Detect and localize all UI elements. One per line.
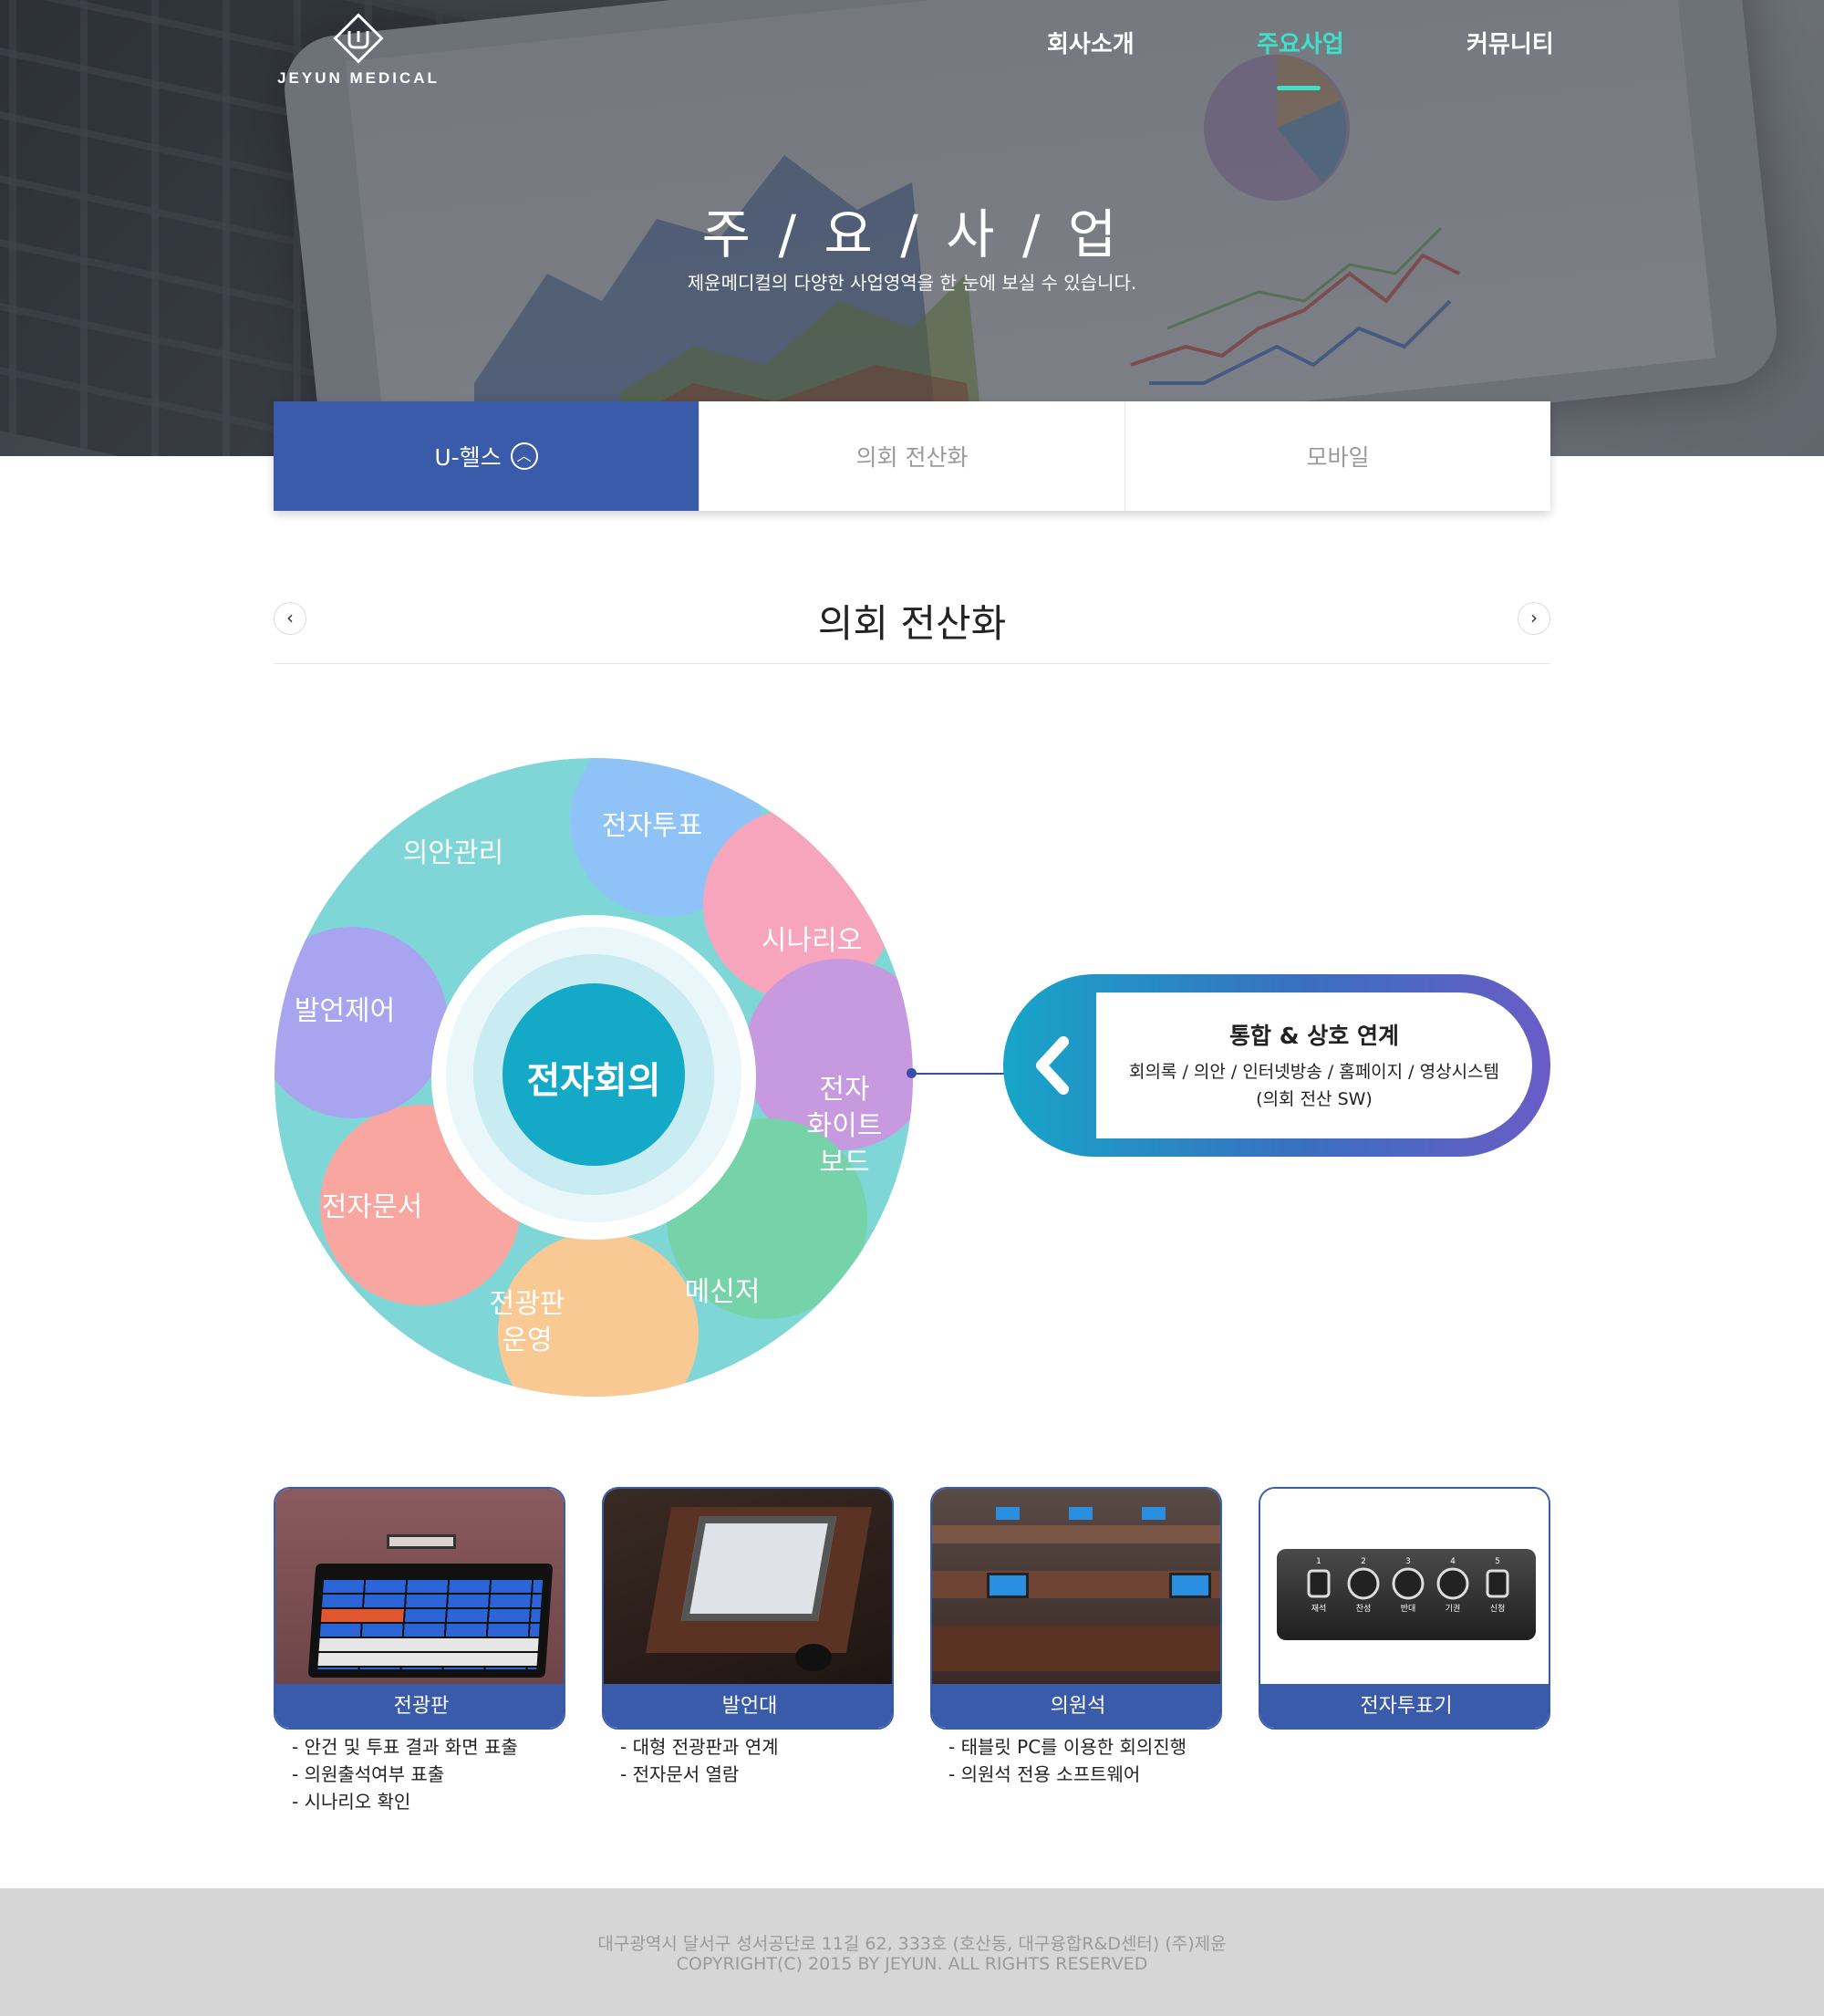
podium-photo <box>604 1489 892 1684</box>
label-line: 보드 <box>819 1147 870 1179</box>
card-title: 발언대 <box>604 1684 892 1728</box>
desc-line: - 의원석 전용 소프트웨어 <box>948 1763 1141 1785</box>
vote-number: 4 <box>1450 1557 1456 1566</box>
nav-business[interactable]: 주요사업 <box>1257 26 1344 59</box>
display-board-photo <box>275 1489 564 1684</box>
vote-button <box>1307 1569 1331 1598</box>
vote-button <box>1436 1567 1469 1600</box>
card-desc-member-seat: - 태블릿 PC를 이용한 회의진행 - 의원석 전용 소프트웨어 <box>948 1733 1187 1788</box>
vote-label: 찬성 <box>1356 1604 1372 1614</box>
card-podium[interactable]: 발언대 <box>602 1487 894 1730</box>
tab-mobile[interactable]: 모바일 <box>1125 401 1550 511</box>
nav-company[interactable]: 회사소개 <box>1047 26 1135 59</box>
vote-label: 기권 <box>1446 1603 1461 1614</box>
vote-number: 5 <box>1495 1557 1500 1566</box>
nav-community[interactable]: 커뮤니티 <box>1466 26 1554 59</box>
label-whiteboard: 전자 화이트 보드 <box>753 1072 936 1181</box>
member-seat-photo <box>932 1489 1220 1684</box>
label-line: 운영 <box>502 1325 553 1356</box>
desc-line: - 시나리오 확인 <box>292 1791 411 1813</box>
desc-line: - 태블릿 PC를 이용한 회의진행 <box>948 1736 1187 1758</box>
label-display: 전광판 운영 <box>436 1286 618 1359</box>
tab-council[interactable]: 의회 전산화 <box>700 401 1125 511</box>
section-header: ‹ 의회 전산화 › <box>274 584 1550 664</box>
label-speech: 발언제어 <box>294 995 396 1027</box>
voting-device-photo: 1 재석 2 찬성 3 반대 4 기권 5 신청 <box>1260 1489 1549 1684</box>
desc-line: - 대형 전광판과 연계 <box>620 1736 779 1758</box>
vote-label: 재석 <box>1311 1604 1327 1614</box>
section-title: 의회 전산화 <box>817 601 1007 646</box>
integration-callout: 통합 & 상호 연계 회의록 / 의안 / 인터넷방송 / 홈페이지 / 영상시… <box>1003 974 1550 1157</box>
main-nav: 회사소개 주요사업 커뮤니티 <box>0 26 1824 90</box>
label-scenario: 시나리오 <box>761 925 863 957</box>
tab-label: U-헬스 <box>434 444 502 471</box>
callout-line-1: 회의록 / 의안 / 인터넷방송 / 홈페이지 / 영상시스템 <box>1128 1062 1500 1082</box>
tab-u-health[interactable]: U-헬스 ︿ <box>274 401 700 511</box>
chevron-left-icon <box>1036 1036 1069 1095</box>
hero-title: 주 / 요 / 사 / 업 <box>701 203 1123 265</box>
callout-title: 통합 & 상호 연계 <box>1229 1023 1399 1049</box>
card-title: 의원석 <box>932 1684 1220 1728</box>
chevron-up-icon: ︿ <box>510 442 538 470</box>
tab-label: 모바일 <box>1306 444 1370 471</box>
vote-number: 1 <box>1316 1557 1321 1566</box>
card-title: 전광판 <box>275 1684 564 1728</box>
desc-line: - 의원출석여부 표출 <box>292 1763 445 1785</box>
card-desc-podium: - 대형 전광판과 연계 - 전자문서 열람 <box>620 1733 779 1788</box>
vote-label: 반대 <box>1401 1604 1416 1614</box>
next-arrow-icon[interactable]: › <box>1518 602 1550 635</box>
connector-dot <box>907 1068 917 1078</box>
center-label: 전자회의 <box>526 1060 661 1102</box>
tab-label: 의회 전산화 <box>855 444 969 471</box>
card-title: 전자투표기 <box>1260 1684 1549 1728</box>
card-member-seat[interactable]: 의원석 <box>930 1487 1222 1730</box>
label-bill: 의안관리 <box>402 837 504 869</box>
vote-label: 신청 <box>1490 1604 1506 1614</box>
callout-line-2: (의회 전산 SW) <box>1256 1089 1373 1109</box>
vote-button <box>1392 1567 1425 1600</box>
card-display-board[interactable]: 전광판 <box>274 1487 565 1730</box>
footer-address: 대구광역시 달서구 성서공단로 11길 62, 333호 (호산동, 대구융합R… <box>597 1934 1227 1954</box>
label-evote: 전자투표 <box>601 810 703 842</box>
connector-line <box>912 1073 1007 1075</box>
vote-button <box>1486 1569 1509 1598</box>
vote-number: 3 <box>1405 1557 1411 1566</box>
footer: 대구광역시 달서구 성서공단로 11길 62, 333호 (호산동, 대구융합R… <box>0 1888 1824 2016</box>
card-desc-display-board: - 안건 및 투표 결과 화면 표출 - 의원출석여부 표출 - 시나리오 확인 <box>292 1733 518 1815</box>
voting-buttons: 1 재석 2 찬성 3 반대 4 기권 5 신청 <box>1307 1557 1509 1614</box>
desc-line: - 안건 및 투표 결과 화면 표출 <box>292 1736 518 1758</box>
label-line: 전광판 <box>489 1288 565 1320</box>
desc-line: - 전자문서 열람 <box>620 1763 740 1785</box>
label-messenger: 메신저 <box>684 1276 761 1308</box>
hero-subtitle: 제윤메디컬의 다양한 사업영역을 한 눈에 보실 수 있습니다. <box>687 272 1137 294</box>
nav-active-indicator <box>1277 86 1321 90</box>
footer-copyright: COPYRIGHT(C) 2015 BY JEYUN. ALL RIGHTS R… <box>676 1954 1148 1974</box>
business-tabs: U-헬스 ︿ 의회 전산화 모바일 <box>274 401 1550 511</box>
vote-number: 2 <box>1361 1557 1366 1566</box>
vote-button <box>1347 1567 1380 1600</box>
card-voting-device[interactable]: 1 재석 2 찬성 3 반대 4 기권 5 신청 전자투표기 <box>1259 1487 1550 1730</box>
label-edoc: 전자문서 <box>321 1191 423 1223</box>
label-line: 화이트 <box>806 1110 883 1142</box>
